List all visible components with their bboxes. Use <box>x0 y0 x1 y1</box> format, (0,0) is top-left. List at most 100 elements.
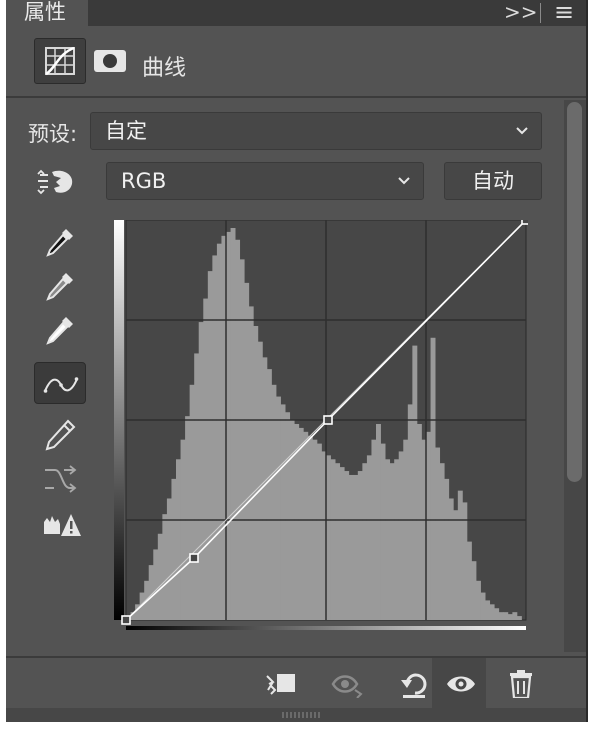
histogram-bar <box>489 604 495 620</box>
visibility-toggle-button[interactable] <box>432 658 486 710</box>
histogram-bar <box>430 337 436 620</box>
histogram-bar <box>171 478 177 620</box>
panel-scrollbar[interactable] <box>564 100 586 652</box>
histogram-bar <box>394 459 400 620</box>
histogram-bar <box>480 592 486 620</box>
histogram-bar <box>516 616 522 620</box>
histogram-bar <box>403 439 409 620</box>
visibility-eye-icon <box>447 676 475 692</box>
clipping-warning-button[interactable] <box>34 504 86 544</box>
histogram-bar <box>476 580 481 620</box>
auto-button[interactable]: 自动 <box>444 162 542 200</box>
histogram-bar <box>498 612 504 620</box>
reset-icon <box>401 673 427 698</box>
pencil-icon <box>45 419 76 451</box>
histogram-bar <box>235 239 241 620</box>
histogram-bar <box>316 443 322 620</box>
histogram-bar <box>348 474 354 620</box>
header-divider <box>6 96 586 98</box>
histogram-bar <box>453 510 459 620</box>
view-previous-state-button[interactable] <box>318 658 372 710</box>
panel-tab-bar: 属性 >> ≡ <box>6 0 586 26</box>
trash-icon <box>510 670 532 698</box>
histogram-bar <box>344 471 350 620</box>
output-gradient-bar <box>114 220 124 620</box>
gray-point-eyedropper[interactable] <box>34 266 86 306</box>
histogram-bar <box>257 341 263 620</box>
histogram-bar <box>380 443 386 620</box>
layer-mask-icon[interactable] <box>92 46 128 76</box>
curve-control-point[interactable] <box>189 553 199 563</box>
panel-bottom-strip <box>6 708 586 722</box>
histogram-bar <box>357 471 363 620</box>
histogram-bar <box>362 463 368 620</box>
histogram-bar <box>471 561 477 620</box>
properties-panel: 属性 >> ≡ 曲线 预设: 自定 RGB 自动 <box>6 0 588 722</box>
histogram-bar <box>285 412 291 620</box>
view-previous-state-icon <box>331 675 363 698</box>
adjustment-title: 曲线 <box>142 56 187 81</box>
resize-grip[interactable] <box>282 712 322 718</box>
histogram-bar <box>439 463 445 620</box>
histogram-bar <box>366 455 372 620</box>
histogram-bar <box>207 271 213 620</box>
curve-point-tool-icon <box>43 377 79 393</box>
curves-graph[interactable] <box>114 220 528 630</box>
curve-control-point[interactable] <box>521 220 528 225</box>
histogram-bar <box>162 514 168 620</box>
histogram-bar <box>412 345 418 620</box>
histogram-bar <box>203 298 209 620</box>
histogram-bar <box>376 424 381 620</box>
histogram-bar <box>194 353 200 620</box>
histogram-bar <box>312 439 318 620</box>
histogram-bar <box>176 459 181 620</box>
histogram-bar <box>180 439 186 620</box>
histogram-bar <box>494 608 500 620</box>
collapse-panel-button[interactable]: >> <box>504 0 538 26</box>
channel-dropdown[interactable]: RGB <box>106 162 424 200</box>
curves-adjustment-icon[interactable] <box>34 38 86 84</box>
curve-control-point[interactable] <box>323 415 333 425</box>
histogram-bar <box>485 600 491 620</box>
chevron-down-icon <box>398 177 410 185</box>
clip-to-layer-button[interactable] <box>252 658 306 710</box>
histogram-bar <box>448 498 454 620</box>
histogram-bar <box>435 447 441 620</box>
black-point-eyedropper[interactable] <box>34 222 86 262</box>
on-image-adjust-icon[interactable] <box>34 166 78 200</box>
histogram-bar <box>330 459 336 620</box>
scrollbar-thumb[interactable] <box>567 102 582 482</box>
panel-menu-icon[interactable]: ≡ <box>554 0 574 26</box>
histogram-bar <box>276 396 281 620</box>
histogram-bar <box>507 614 513 620</box>
curve-point-tool[interactable] <box>34 362 86 404</box>
preset-dropdown[interactable]: 自定 <box>90 112 542 150</box>
histogram-bar <box>239 259 245 620</box>
pencil-tool[interactable] <box>34 414 86 454</box>
histogram-bar <box>466 541 472 620</box>
curve-control-point[interactable] <box>121 615 131 625</box>
gray-point-eyedropper-icon <box>46 273 73 301</box>
histogram-bar <box>303 431 309 620</box>
clip-to-layer-icon <box>266 674 295 695</box>
properties-tab[interactable]: 属性 <box>6 0 88 26</box>
histogram-bar <box>166 498 172 620</box>
white-point-eyedropper-icon <box>46 317 73 345</box>
black-point-eyedropper-icon <box>46 229 73 257</box>
channel-value: RGB <box>121 169 167 193</box>
histogram-bar <box>335 463 341 620</box>
smooth-curve-button[interactable] <box>34 458 86 498</box>
histogram-bar <box>153 549 159 620</box>
histogram-bar <box>398 451 404 620</box>
tab-divider <box>540 3 541 23</box>
histogram-bar <box>266 369 272 620</box>
histogram-bar <box>416 424 422 620</box>
preset-label: 预设: <box>28 122 78 146</box>
histogram-bar <box>389 463 395 620</box>
white-point-eyedropper[interactable] <box>34 310 86 350</box>
smooth-curve-icon <box>45 465 77 493</box>
histogram-bar <box>353 474 359 620</box>
histogram-bar <box>157 533 163 620</box>
delete-button[interactable] <box>492 658 546 710</box>
histogram-bar <box>444 478 450 620</box>
